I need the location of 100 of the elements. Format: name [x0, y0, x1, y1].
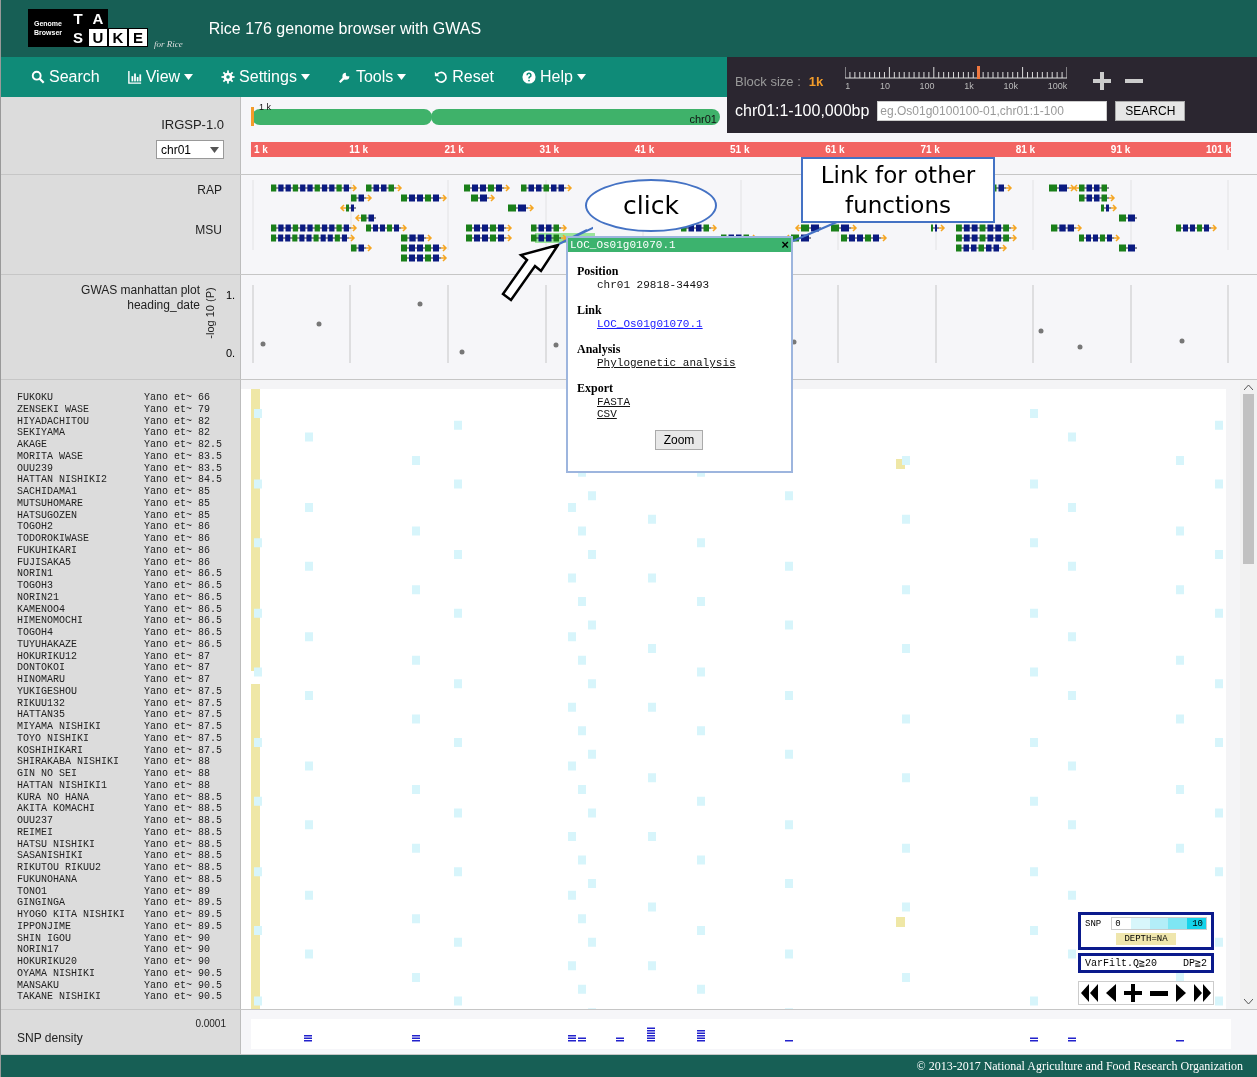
snp-cell	[578, 526, 586, 536]
ruler-label: 51 k	[729, 144, 751, 155]
axis-tick-label: 0.	[226, 347, 237, 359]
snp-cell	[697, 538, 705, 548]
search-field[interactable]: eg.Os01g0100100-01,chr01:1-100	[877, 101, 1108, 121]
snp-cell	[902, 644, 910, 653]
snp-cell	[254, 667, 262, 677]
zoom-in-icon[interactable]	[1093, 72, 1112, 90]
ruler-label: 11 k	[348, 144, 370, 155]
callout-note: Link for other functions	[801, 157, 995, 223]
scrollbar-thumb[interactable]	[1243, 394, 1254, 564]
menu-item[interactable]: Reset	[434, 68, 495, 86]
variety-trait-value: Yano et~ 88.5	[144, 862, 222, 874]
action-link[interactable]: Phylogenetic analysis	[597, 357, 736, 369]
variety-trait-value: Yano et~ 88.5	[144, 873, 222, 886]
snp-cell	[305, 632, 313, 642]
snp-cell	[1030, 796, 1038, 806]
previous-icon[interactable]	[1106, 984, 1116, 1002]
snp-cell	[902, 902, 910, 912]
variety-name: TAKANE NISHIKI	[17, 991, 102, 1003]
variety-trait-value: Yano et~ 79	[144, 403, 210, 416]
variety-trait-value: Yano et~ 89.5	[144, 920, 222, 933]
snp-cell	[588, 550, 596, 559]
scrollbar[interactable]	[1240, 380, 1257, 1009]
action-link[interactable]: CSV	[597, 408, 617, 420]
variety-name: KOSHIHIKARI	[17, 744, 84, 757]
variety-name: HYOGO KITA NISHIKI	[17, 909, 127, 921]
variety-name: KAMENOO4	[17, 603, 66, 616]
chromosome-select[interactable]: chr01	[156, 140, 224, 159]
variety-trait-value: Yano et~ 86	[144, 533, 210, 545]
variety-trait-value: Yano et~ 86.5	[144, 638, 222, 651]
zoom-in-icon[interactable]	[1124, 984, 1142, 1002]
snp-cell	[454, 679, 462, 689]
snp-cell	[902, 843, 910, 853]
fast-forward-icon[interactable]	[1194, 984, 1211, 1002]
snp-cell	[305, 890, 313, 900]
zoom-out-icon[interactable]	[1125, 79, 1144, 83]
block-size-slider[interactable]: 1 10 100 1k 10k 100k	[845, 65, 1068, 97]
link[interactable]: LOC_Os01g01070.1	[597, 318, 703, 330]
menu-item[interactable]: View	[127, 68, 194, 86]
scroll-down-icon[interactable]	[1244, 999, 1253, 1005]
variety-name: HATTAN NISHIKI2	[17, 474, 108, 486]
menu-item[interactable]: Settings	[221, 68, 310, 86]
snp-cell	[1215, 808, 1223, 818]
wrench-icon	[337, 70, 352, 84]
variety-name: HINOMARU	[17, 674, 66, 686]
close-button[interactable]: ×	[781, 237, 789, 253]
variety-name: FUKUNOHANA	[17, 873, 78, 886]
variety-trait-value: Yano et~ 90.5	[144, 979, 222, 992]
variety-trait-value: Yano et~ 86.5	[144, 627, 222, 639]
zoom-out-icon[interactable]	[1150, 990, 1168, 996]
snp-cell	[1176, 785, 1184, 794]
ruler-label: 31 k	[538, 144, 561, 155]
variety-name: HIYADACHITOU	[17, 415, 90, 428]
menu-item[interactable]: Tools	[337, 68, 407, 86]
snp-cell	[568, 832, 576, 841]
snp-cell	[305, 820, 313, 830]
snp-cell	[1176, 843, 1184, 853]
snp-cell	[568, 503, 576, 512]
snp-cell	[1215, 479, 1223, 489]
snp-cell	[412, 526, 420, 536]
variety-name: HATSU NISHIKI	[17, 838, 96, 851]
snp-cell	[568, 702, 576, 712]
snp-cell	[254, 926, 262, 935]
variety-trait-value: Yano et~ 88	[144, 756, 210, 768]
variety-name: TONO1	[17, 885, 48, 898]
variety-trait-value: Yano et~ 90.5	[144, 991, 222, 1003]
snp-cell	[902, 714, 910, 724]
menu-item[interactable]: Search	[31, 68, 100, 86]
snp-cell	[648, 573, 656, 583]
variety-trait-value: Yano et~ 90	[144, 932, 210, 945]
menu-item[interactable]: Help	[522, 68, 586, 86]
variety-trait-value: Yano et~ 85	[144, 497, 210, 510]
variety-name: MUTSUHOMARE	[17, 497, 84, 510]
next-icon[interactable]	[1176, 984, 1186, 1002]
zoom-button[interactable]: Zoom	[654, 430, 704, 450]
snp-cell	[697, 855, 705, 865]
snp-cell	[454, 738, 462, 747]
variety-name: RIKUU132	[17, 697, 66, 710]
variety-name: GINGINGA	[17, 897, 66, 909]
variety-name: HOKURIKU12	[17, 650, 78, 663]
snp-cell	[254, 538, 262, 548]
snp-cell	[578, 655, 586, 665]
y-axis-label: -log 10 (P)	[204, 287, 216, 339]
variety-name: DONTOKOI	[17, 662, 66, 674]
variety-name: HATTAN35	[17, 709, 66, 721]
scroll-up-icon[interactable]	[1244, 384, 1253, 390]
search-button[interactable]: SEARCH	[1115, 101, 1186, 121]
variety-trait-value: Yano et~ 83.5	[144, 450, 222, 463]
rewind-icon[interactable]	[1081, 984, 1098, 1002]
chromosome-label: chr01	[689, 113, 717, 125]
slider-thumb[interactable]	[977, 66, 981, 79]
action-link[interactable]: FASTA	[597, 396, 630, 408]
snp-cell	[454, 420, 462, 430]
snp-cell	[1068, 503, 1076, 512]
variety-trait-value: Yano et~ 87.5	[144, 697, 222, 710]
snp-cell	[412, 843, 420, 853]
variety-name: MANSAKU	[17, 979, 60, 992]
snp-cell	[1068, 432, 1076, 442]
caret-icon	[210, 146, 219, 153]
